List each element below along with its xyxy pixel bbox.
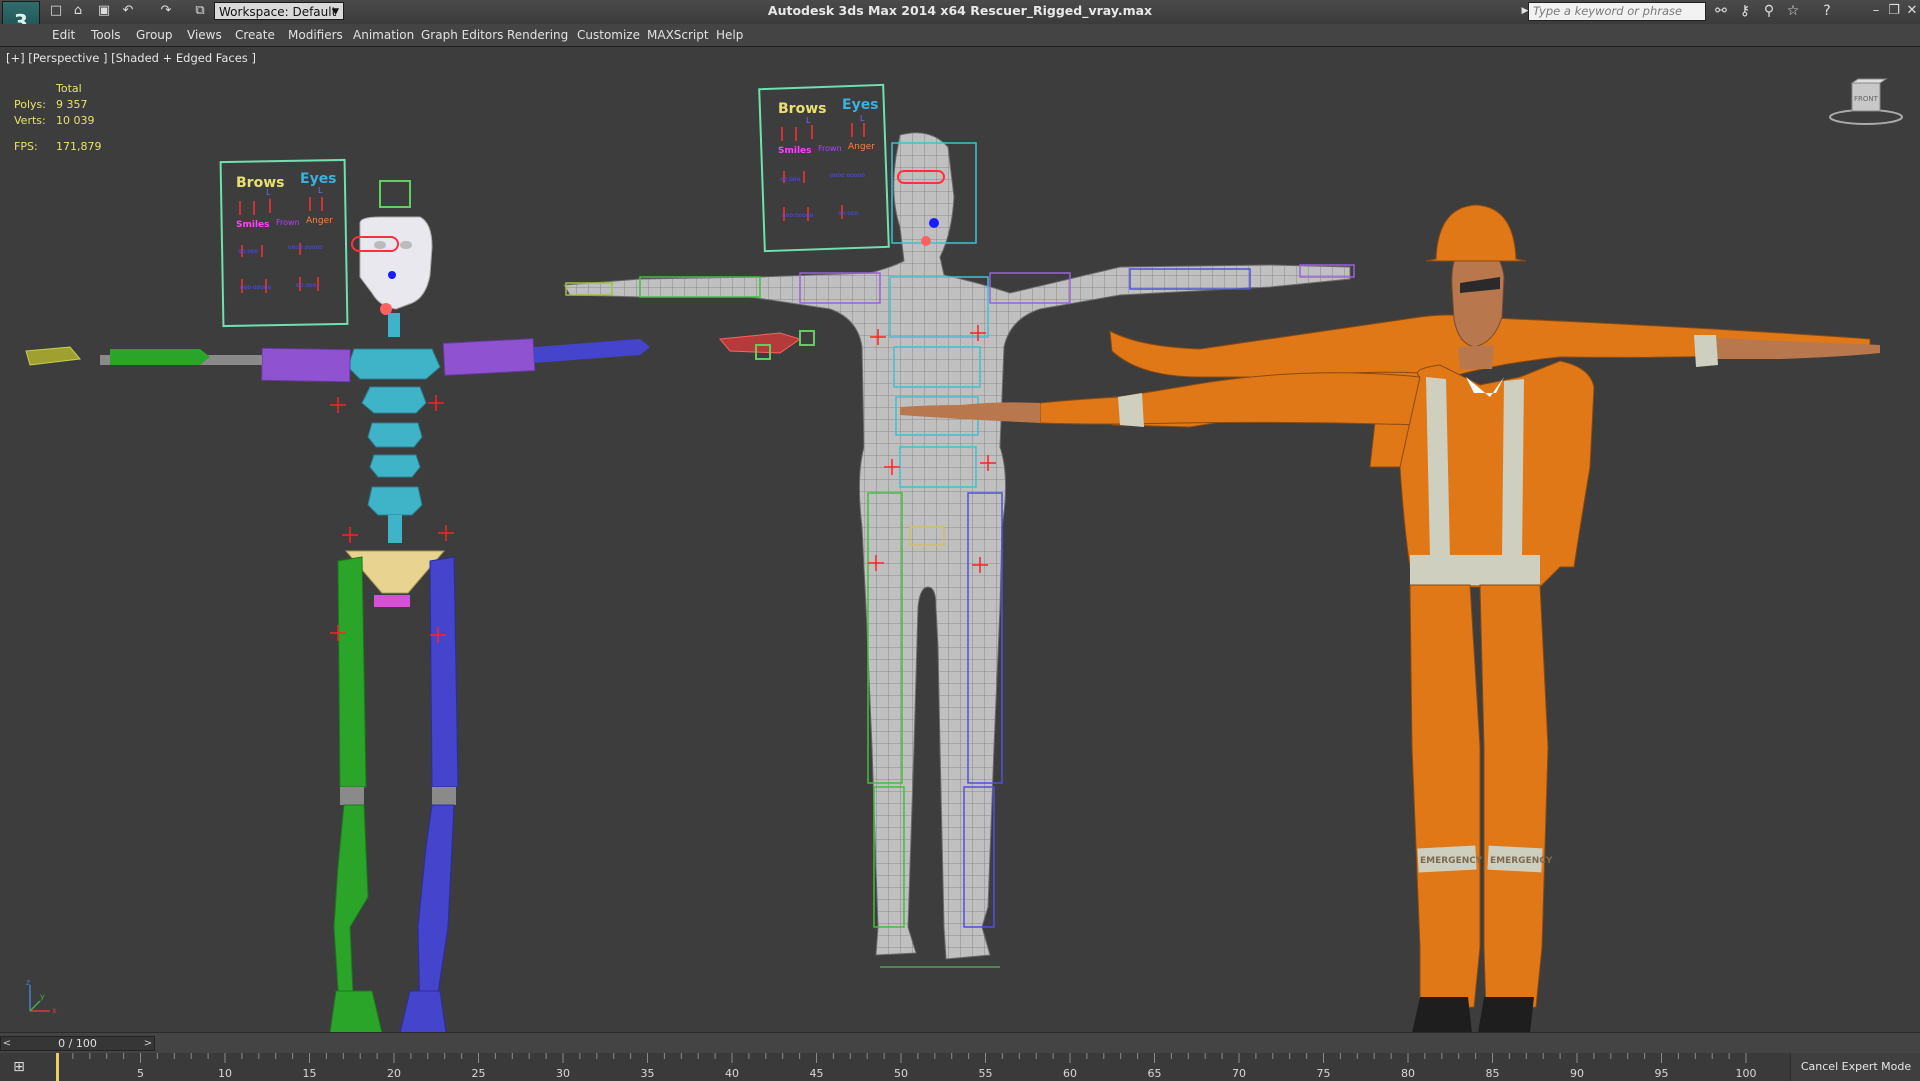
emergency-label-right-leg: EMERGENCY <box>1490 856 1553 866</box>
restore-button[interactable]: ❐ <box>1886 2 1902 20</box>
svg-text:ooo ooooo: ooo ooooo <box>240 284 272 291</box>
eyes-left-marker-2: L <box>860 114 865 123</box>
brows-left-marker-2: L <box>806 116 811 125</box>
svg-text:oo ooo: oo ooo <box>238 248 259 255</box>
track-bar[interactable]: ⊞ 05101520253035404550556065707580859095… <box>0 1053 1790 1081</box>
time-slider-panel: < 0 / 100 > ⊞ 05101520253035404550556065… <box>0 1032 1920 1081</box>
timeline-tick-label: 20 <box>387 1067 401 1080</box>
menu-graph-editors[interactable]: Graph Editors <box>421 28 503 42</box>
timeline-tick-label: 50 <box>894 1067 908 1080</box>
perspective-viewport[interactable]: [+] [Perspective ] [Shaded + Edged Faces… <box>0 46 1920 1033</box>
menu-maxscript[interactable]: MAXScript <box>647 28 709 42</box>
menu-customize[interactable]: Customize <box>577 28 640 42</box>
chevron-down-icon: ▼ <box>332 7 339 17</box>
frown-label-2: Frown <box>818 144 842 153</box>
svg-text:oo ooo: oo ooo <box>838 210 859 217</box>
menu-tools[interactable]: Tools <box>91 28 121 42</box>
menu-group[interactable]: Group <box>136 28 173 42</box>
search-input[interactable]: Type a keyword or phrase <box>1528 2 1706 21</box>
menu-create[interactable]: Create <box>235 28 275 42</box>
timeline-tick-label: 85 <box>1486 1067 1500 1080</box>
current-frame-marker[interactable] <box>56 1053 59 1081</box>
cancel-expert-mode-button[interactable]: Cancel Expert Mode <box>1790 1053 1920 1081</box>
menu-modifiers[interactable]: Modifiers <box>288 28 343 42</box>
timeline-tick-label: 30 <box>556 1067 570 1080</box>
timeline-tick-label: 5 <box>137 1067 144 1080</box>
undo-icon[interactable]: ↶ <box>120 3 136 19</box>
menu-edit[interactable]: Edit <box>52 28 75 42</box>
scene-canvas: Brows Eyes L L Smiles Frown Anger oo ooo… <box>25 83 1880 1033</box>
brows-left-marker: L <box>266 188 271 197</box>
anger-label-2: Anger <box>848 142 875 152</box>
menu-help[interactable]: Help <box>716 28 743 42</box>
emergency-label-left-leg: EMERGENCY <box>1420 856 1483 866</box>
close-button[interactable]: ✕ <box>1904 2 1920 20</box>
workspace-dropdown[interactable]: Workspace: Default ▼ <box>214 2 344 20</box>
menu-bar: Edit Tools Group Views Create Modifiers … <box>0 24 1920 47</box>
binoculars-icon[interactable]: ⚯ <box>1712 2 1730 20</box>
svg-text:oooo ooooo: oooo ooooo <box>288 244 323 251</box>
frame-slider[interactable]: < 0 / 100 > <box>0 1036 155 1051</box>
eyes-left-marker: L <box>318 186 323 195</box>
axis-y-label: y <box>40 992 45 1001</box>
timeline-tick-label: 80 <box>1401 1067 1415 1080</box>
timeline-tick-label: 95 <box>1655 1067 1669 1080</box>
smiles-label-2: Smiles <box>778 146 812 156</box>
svg-text:oo ooo: oo ooo <box>780 176 801 183</box>
prev-frame-button[interactable]: < <box>1 1037 13 1050</box>
axis-tripod: x z y <box>26 978 57 1015</box>
brows-label: Brows <box>236 175 284 191</box>
wireframe-mesh-character[interactable]: Brows Eyes L L Smiles Frown Anger oo ooo… <box>563 83 1355 960</box>
timeline-tick-label: 55 <box>979 1067 993 1080</box>
project-icon[interactable]: ⧉ <box>192 3 208 19</box>
workspace-value: Workspace: Default <box>219 5 337 19</box>
timeline-tick-label: 10 <box>218 1067 232 1080</box>
open-file-icon[interactable]: ⌂ <box>70 3 86 19</box>
svg-text:ooo ooooo: ooo ooooo <box>782 212 814 219</box>
pin-icon[interactable]: ⚲ <box>1760 2 1778 20</box>
star-icon[interactable]: ☆ <box>1784 2 1802 20</box>
eyes-label: Eyes <box>300 171 337 187</box>
axis-x-label: x <box>52 1006 57 1015</box>
timeline-tick-label: 65 <box>1148 1067 1162 1080</box>
cancel-expert-mode-label: Cancel Expert Mode <box>1800 1060 1912 1073</box>
key-icon[interactable]: ⚷ <box>1736 2 1754 20</box>
timeline-tick-label: 75 <box>1317 1067 1331 1080</box>
timeline-tick-label: 25 <box>472 1067 486 1080</box>
timeline-tick-label: 90 <box>1570 1067 1584 1080</box>
menu-rendering[interactable]: Rendering <box>507 28 568 42</box>
timeline-ruler[interactable]: 0510152025303540455055606570758085909510… <box>56 1053 1756 1081</box>
redo-icon[interactable]: ↷ <box>158 3 174 19</box>
timeline-tick-label: 35 <box>641 1067 655 1080</box>
textured-rescuer-character[interactable]: EMERGENCY EMERGENCY <box>900 204 1880 1033</box>
brows-label-2: Brows <box>778 101 826 117</box>
frown-label: Frown <box>276 218 300 227</box>
svg-text:oo ooo: oo ooo <box>296 282 317 289</box>
smiles-label: Smiles <box>236 220 270 230</box>
anger-label: Anger <box>306 216 333 226</box>
new-file-icon[interactable]: □ <box>48 3 64 19</box>
timeline-tick-label: 60 <box>1063 1067 1077 1080</box>
title-bar: 3 □ ⌂ ▣ ↶ ↷ ⧉ Workspace: Default ▼ Autod… <box>0 0 1920 45</box>
save-icon[interactable]: ▣ <box>96 3 112 19</box>
eyes-label-2: Eyes <box>842 97 879 113</box>
minimize-button[interactable]: – <box>1868 2 1884 20</box>
timeline-tick-label: 45 <box>810 1067 824 1080</box>
next-frame-button[interactable]: > <box>142 1037 154 1050</box>
timeline-tick-label: 15 <box>303 1067 317 1080</box>
timeline-tick-label: 40 <box>725 1067 739 1080</box>
help-icon[interactable]: ? <box>1818 2 1836 20</box>
timeline-tick-label: 70 <box>1232 1067 1246 1080</box>
frame-readout: 0 / 100 <box>58 1037 97 1050</box>
timeline-tick-label: 100 <box>1736 1067 1757 1080</box>
svg-text:oooo ooooo: oooo ooooo <box>830 172 865 179</box>
menu-animation[interactable]: Animation <box>353 28 414 42</box>
curve-editor-icon[interactable]: ⊞ <box>6 1057 32 1077</box>
menu-views[interactable]: Views <box>187 28 222 42</box>
axis-z-label: z <box>26 978 30 987</box>
